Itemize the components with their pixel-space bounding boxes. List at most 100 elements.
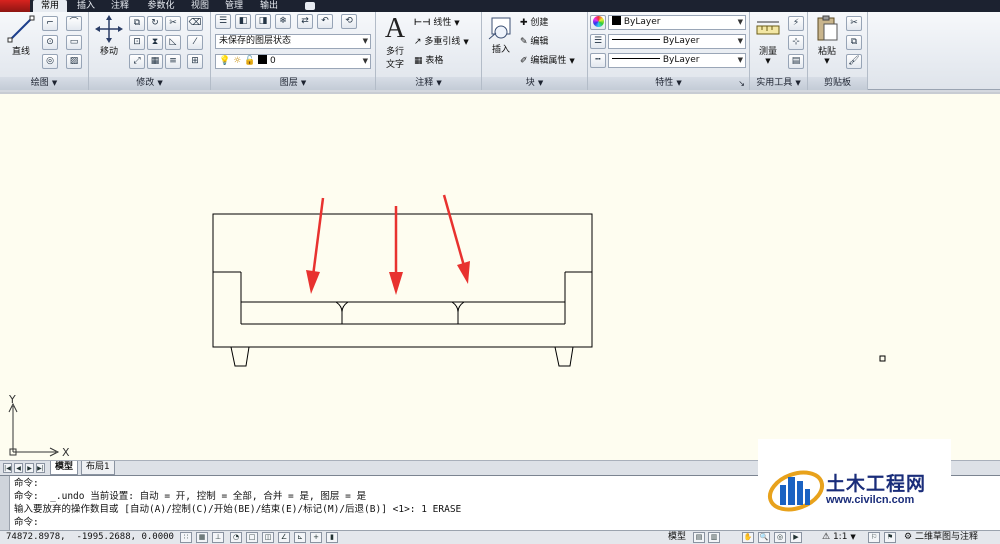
circle-button[interactable]: ⊙: [42, 35, 58, 50]
copy-clip-button[interactable]: ⧉: [846, 35, 862, 50]
layer-dropdown[interactable]: 💡 ☼ 🔓 0 ▼: [215, 54, 371, 69]
steering-wheel-button[interactable]: ◎: [774, 532, 786, 543]
zoom-button[interactable]: 🔍: [758, 532, 770, 543]
layer-isolate-button[interactable]: ◧: [235, 14, 251, 29]
polyline-button[interactable]: ⌐: [42, 16, 58, 31]
tab-parametric[interactable]: 参数化: [140, 0, 182, 12]
panel-modify-footer[interactable]: 修改 ▼: [89, 77, 210, 90]
layer-properties-button[interactable]: ☰: [215, 14, 231, 29]
auto-scale-button[interactable]: ⚑: [884, 532, 896, 543]
polar-tracking-button[interactable]: ◔: [230, 532, 242, 543]
layout-tab-model[interactable]: 模型: [50, 461, 79, 475]
layout-tab-layout1[interactable]: 布局1: [81, 461, 115, 475]
object-snap-button[interactable]: □: [246, 532, 258, 543]
lineweight-dropdown[interactable]: ByLayer ▼: [608, 53, 746, 68]
match-properties-button[interactable]: [590, 15, 606, 30]
coordinate-readout[interactable]: 74872.8978, -1995.2688, 0.0000: [6, 531, 174, 544]
layer-match-button[interactable]: ⇄: [297, 14, 313, 29]
quick-view-layouts-button[interactable]: ▤: [693, 532, 705, 543]
create-block-button[interactable]: ✚ 创建: [520, 16, 548, 30]
tab-manage[interactable]: 管理: [218, 0, 250, 12]
ribbon-minimize-icon[interactable]: [305, 2, 315, 10]
copy-button[interactable]: ⧉: [129, 16, 145, 31]
sofa-outline[interactable]: [212, 213, 593, 348]
layer-walk-button[interactable]: ⟲: [341, 14, 357, 29]
explode-button[interactable]: ⁄: [187, 35, 203, 50]
panel-clipboard-footer[interactable]: 剪贴板: [808, 77, 867, 90]
ducs-button[interactable]: ⊾: [294, 532, 306, 543]
tab-view[interactable]: 视图: [184, 0, 216, 12]
quick-view-drawings-button[interactable]: ▥: [708, 532, 720, 543]
color-dropdown[interactable]: ByLayer ▼: [608, 15, 746, 30]
select-all-button[interactable]: ⊹: [788, 35, 804, 50]
join-button[interactable]: ⊞: [187, 54, 203, 69]
edit-block-button[interactable]: ✎ 编辑: [520, 35, 548, 49]
sofa-drawing[interactable]: [212, 213, 593, 367]
panel-utilities-footer[interactable]: 实用工具 ▼: [750, 77, 807, 90]
line-button[interactable]: 直线: [4, 14, 38, 57]
snap-mode-button[interactable]: ∷: [180, 532, 192, 543]
last-layout-button[interactable]: ▶|: [36, 463, 45, 473]
annotation-visibility-button[interactable]: ⚐: [868, 532, 880, 543]
stretch-button[interactable]: ⊡: [129, 35, 145, 50]
multileader-button[interactable]: ↗ 多重引线 ▼: [414, 35, 469, 49]
dialog-launcher-icon[interactable]: ↘: [738, 77, 745, 90]
dynamic-input-button[interactable]: +: [310, 532, 322, 543]
layer-off-button[interactable]: ◨: [255, 14, 271, 29]
panel-properties-footer[interactable]: 特性 ▼ ↘: [588, 77, 749, 90]
showmotion-button[interactable]: ▶: [790, 532, 802, 543]
fillet-button[interactable]: ◺: [165, 35, 181, 50]
panel-block-footer[interactable]: 块 ▼: [482, 77, 587, 90]
lineweight-toggle-button[interactable]: ▮: [326, 532, 338, 543]
hatch-button[interactable]: ▨: [66, 54, 82, 69]
ortho-mode-button[interactable]: ⊥: [212, 532, 224, 543]
tab-home[interactable]: 常用: [33, 0, 67, 12]
next-layout-button[interactable]: ▶: [25, 463, 34, 473]
command-window-grip[interactable]: [0, 476, 10, 531]
erase-button[interactable]: ⌫: [187, 16, 203, 31]
linetype-dropdown[interactable]: ByLayer ▼: [608, 34, 746, 49]
layer-freeze-button[interactable]: ❄: [275, 14, 291, 29]
arc-button[interactable]: ⌒: [66, 16, 82, 31]
panel-annotation-footer[interactable]: 注释 ▼: [376, 77, 481, 90]
array-button[interactable]: ▦: [147, 54, 163, 69]
mirror-button[interactable]: ⧗: [147, 35, 163, 50]
trim-button[interactable]: ✂: [165, 16, 181, 31]
measure-button[interactable]: 测量 ▼: [753, 14, 783, 65]
application-menu-button[interactable]: [0, 0, 30, 12]
ellipse-button[interactable]: ◎: [42, 54, 58, 69]
insert-block-button[interactable]: 插入: [486, 14, 516, 55]
panel-layers-footer[interactable]: 图层 ▼: [211, 77, 375, 90]
tab-annotate[interactable]: 注释: [104, 0, 136, 12]
offset-button[interactable]: ≡: [165, 54, 181, 69]
edit-attributes-button[interactable]: ✐ 编辑属性 ▼: [520, 54, 575, 68]
grid-display-button[interactable]: ▦: [196, 532, 208, 543]
move-button[interactable]: 移动: [93, 14, 125, 57]
command-prompt[interactable]: 命令:: [14, 517, 39, 529]
3d-osnap-button[interactable]: ◫: [262, 532, 274, 543]
model-space-canvas[interactable]: Y X: [0, 92, 1000, 460]
linetype-icon-button[interactable]: ┅: [590, 53, 606, 68]
drawing-svg[interactable]: Y X: [0, 94, 1000, 460]
rotate-button[interactable]: ↻: [147, 16, 163, 31]
quick-select-button[interactable]: ⚡: [788, 16, 804, 31]
rectangle-button[interactable]: ▭: [66, 35, 82, 50]
otrack-button[interactable]: ∠: [278, 532, 290, 543]
scale-button[interactable]: ⤢: [129, 54, 145, 69]
lineweight-icon-button[interactable]: ☰: [590, 34, 606, 49]
workspace-switch-dropdown[interactable]: ⚙ 二维草图与注释: [904, 531, 978, 544]
tab-insert[interactable]: 插入: [70, 0, 102, 12]
calculator-button[interactable]: ▤: [788, 54, 804, 69]
prev-layout-button[interactable]: ◀: [14, 463, 23, 473]
annotation-scale-dropdown[interactable]: ⚠ 1:1 ▼: [822, 531, 856, 544]
layer-state-dropdown[interactable]: 未保存的图层状态 ▼: [215, 34, 371, 49]
match-prop-button[interactable]: 🖌: [846, 54, 862, 69]
pan-button[interactable]: ✋: [742, 532, 754, 543]
mtext-button[interactable]: A 多行 文字: [380, 14, 410, 71]
model-space-label[interactable]: 模型: [668, 531, 686, 544]
tab-output[interactable]: 输出: [252, 0, 286, 12]
cut-button[interactable]: ✂: [846, 16, 862, 31]
paste-button[interactable]: 粘贴 ▼: [811, 14, 843, 65]
table-button[interactable]: ▦ 表格: [414, 54, 443, 68]
linear-dimension-button[interactable]: ⊢⊣ 线性 ▼: [414, 16, 460, 30]
